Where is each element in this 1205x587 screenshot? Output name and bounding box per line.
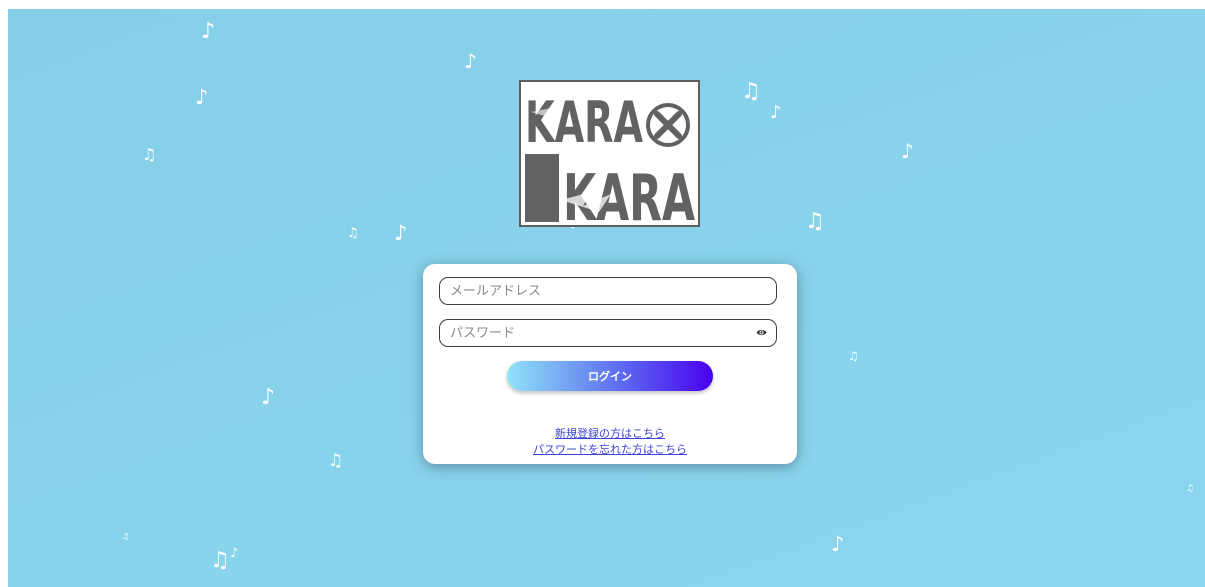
music-notes-icon: ♫ <box>347 226 359 241</box>
logo-word-top: KARA <box>525 90 643 156</box>
music-note-icon: ♪ <box>831 532 845 556</box>
music-note-icon: ♪ <box>901 139 914 163</box>
password-field-wrapper <box>439 319 777 347</box>
password-input[interactable] <box>448 320 752 346</box>
music-notes-icon: ♫ <box>805 209 825 234</box>
show-password-eye-icon[interactable] <box>756 328 767 337</box>
page-background: ♪ ♪ ♪ ♫ ♫ ♪ ♪ ♫ ♫ ♪ ♫ ♪ ♫ ♫ ♫ ♫ ♪ ♪ ♪ KA… <box>8 9 1205 587</box>
login-card: ログイン 新規登録の方はこちら パスワードを忘れた方はこちら <box>423 264 797 464</box>
logo-graphic: KARA KARA <box>521 82 698 236</box>
music-notes-icon: ♫ <box>741 79 761 104</box>
register-link[interactable]: 新規登録の方はこちら <box>423 425 797 441</box>
music-notes-icon: ♫ <box>848 349 859 363</box>
music-note-icon: ♪ <box>230 546 239 561</box>
music-notes-icon: ♫ <box>142 145 157 164</box>
music-note-icon: ♪ <box>261 385 276 410</box>
forgot-password-link[interactable]: パスワードを忘れた方はこちら <box>423 441 797 457</box>
music-notes-icon: ♫ <box>122 532 130 541</box>
music-note-icon: ♪ <box>201 19 216 44</box>
music-note-icon: ♪ <box>394 221 408 245</box>
music-notes-icon: ♫ <box>1186 484 1195 494</box>
music-note-icon: ♪ <box>195 85 209 109</box>
music-notes-icon: ♫ <box>328 451 344 471</box>
music-note-icon: ♪ <box>770 102 782 123</box>
karakara-logo: KARA KARA <box>519 80 700 236</box>
logo-word-bottom: KARA <box>563 162 695 225</box>
login-button[interactable]: ログイン <box>507 361 713 391</box>
music-notes-icon: ♫ <box>210 548 230 573</box>
email-field-wrapper <box>439 277 777 305</box>
email-input[interactable] <box>448 278 752 304</box>
music-note-icon: ♪ <box>464 49 477 73</box>
